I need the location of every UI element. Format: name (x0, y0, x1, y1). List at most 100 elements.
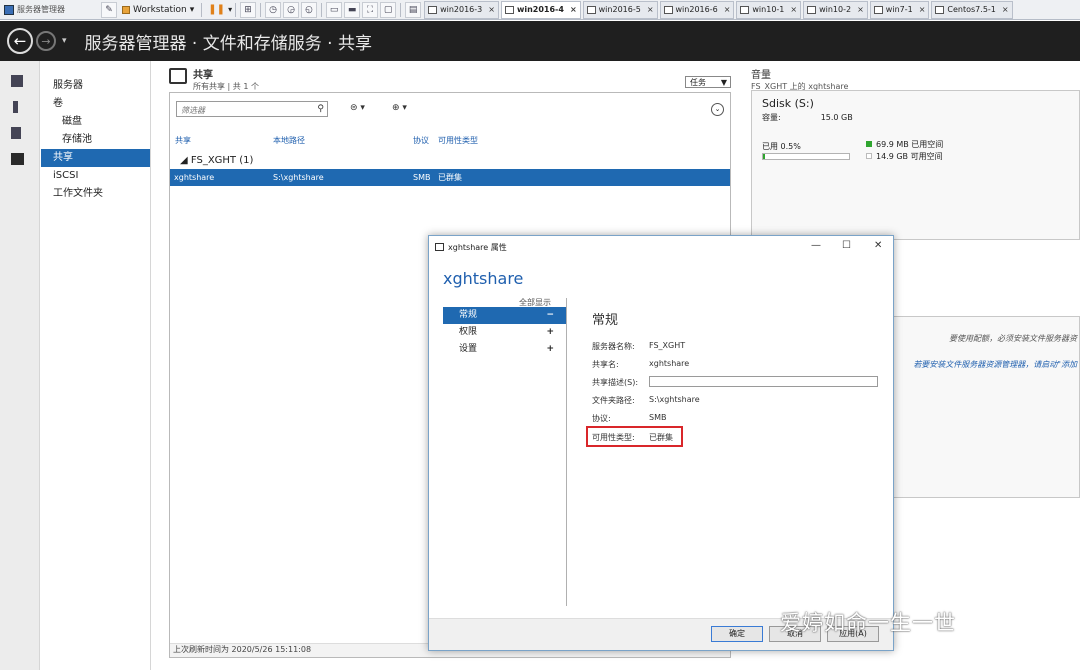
share-folder-icon (169, 68, 187, 84)
dashboard-icon[interactable] (11, 75, 23, 87)
section-title: 常规 (592, 313, 619, 328)
vm-tab-win7-1[interactable]: win7-1 × (869, 0, 930, 19)
file-storage-icon[interactable] (11, 153, 24, 165)
save-query-icon[interactable]: ⊕ ▾ (392, 103, 407, 113)
pause-icon[interactable]: ❚❚ (205, 4, 228, 15)
nav-item-work-folders[interactable]: 工作文件夹 (41, 185, 150, 203)
local-server-icon[interactable] (13, 101, 18, 113)
workstation-menu[interactable]: Workstation ▾ (118, 5, 198, 15)
view-console-button[interactable]: ▭ (326, 1, 343, 18)
share-description-field[interactable] (649, 376, 878, 387)
column-local-path[interactable]: 本地路径 (273, 135, 305, 146)
vmware-toolbar: 服务器管理器 ✎ Workstation ▾ ❚❚ ▾ ⊞ ◷ ◶ ◵ ▭ ▬ ⛶… (0, 0, 1080, 20)
prop-share-name: 共享名: xghtshare (592, 359, 690, 369)
shares-subtitle: 所有共享 | 共 1 个 (193, 82, 259, 91)
vm-tab-win2016-3[interactable]: win2016-3 × (424, 0, 499, 19)
close-icon[interactable]: × (488, 5, 495, 14)
close-icon[interactable]: ✕ (874, 240, 882, 251)
library-button[interactable]: ▤ (405, 1, 422, 18)
all-servers-icon[interactable] (11, 127, 21, 139)
close-icon[interactable]: × (647, 5, 654, 14)
prop-description-label: 共享描述(S): (592, 378, 639, 387)
volume-title: 音量 (751, 70, 771, 81)
shares-header: 共享 所有共享 | 共 1 个 (169, 66, 731, 92)
fsrm-install-link[interactable]: 若要安装文件服务器资源管理器，请启动"添加 (913, 359, 1077, 370)
back-arrow-icon[interactable]: ← (7, 28, 33, 54)
ok-button[interactable]: 确定 (711, 626, 763, 642)
list-view-options-icon[interactable]: ⊜ ▾ (350, 103, 365, 113)
forward-arrow-icon[interactable]: → (36, 31, 56, 51)
used-swatch (866, 141, 872, 147)
vm-icon (504, 5, 514, 14)
network-button[interactable]: ⊞ (240, 1, 257, 18)
dialog-nav-settings[interactable]: 设置 + (443, 341, 566, 358)
cell-share: xghtshare (174, 173, 215, 182)
close-icon[interactable]: × (570, 5, 577, 14)
nav-item-disks[interactable]: 磁盘 (41, 113, 150, 131)
close-icon[interactable]: × (919, 5, 926, 14)
vm-tab-label: win10-1 (752, 5, 785, 14)
close-icon[interactable]: × (1002, 5, 1009, 14)
server-manager-icon (4, 4, 14, 15)
vm-app-title-text: 服务器管理器 (17, 5, 65, 14)
server-manager-header: ← → ▾ 服务器管理器 · 文件和存储服务 · 共享 (0, 21, 1080, 61)
close-icon[interactable]: × (724, 5, 731, 14)
used-percent-label: 已用 0.5% (762, 142, 801, 151)
column-protocol[interactable]: 协议 (413, 135, 429, 146)
vm-tab-win10-1[interactable]: win10-1 × (736, 0, 802, 19)
workstation-icon (122, 5, 130, 14)
snapshot-restore-button[interactable]: ◶ (283, 1, 300, 18)
separator (321, 2, 323, 17)
search-icon[interactable]: ⚲ (317, 104, 324, 114)
column-share[interactable]: 共享 (175, 135, 191, 146)
group-header[interactable]: ◢ FS_XGHT (1) (180, 155, 253, 166)
snapshot-manager-button[interactable]: ◵ (301, 1, 318, 18)
filter-input[interactable]: 筛选器 ⚲ (176, 101, 328, 117)
vm-tab-strip: win2016-3 × win2016-4 × win2016-5 × win2016-6 ×… (422, 0, 1013, 19)
dialog-title: xghtshare 属性 (448, 242, 507, 252)
vm-tab-label: win2016-4 (516, 5, 564, 14)
nav-item-shares[interactable]: 共享 (41, 149, 150, 167)
left-icon-strip (0, 61, 40, 670)
close-icon[interactable]: × (790, 5, 797, 14)
chevron-down-icon: ▼ (720, 78, 727, 87)
vm-tab-centos7-5-1[interactable]: Centos7.5-1 × (931, 0, 1013, 19)
maximize-icon[interactable]: ☐ (842, 240, 851, 251)
vm-tab-win2016-5[interactable]: win2016-5 × (582, 0, 658, 19)
history-dropdown-icon[interactable]: ▾ (62, 36, 67, 46)
dialog-heading: xghtshare (443, 269, 524, 288)
table-row[interactable]: xghtshare S:\xghtshare SMB 已群集 (170, 169, 730, 186)
vm-tab-win10-2[interactable]: win10-2 × (803, 0, 868, 19)
chevron-down-icon: ▾ (189, 4, 195, 15)
nav-item-volumes[interactable]: 卷 (41, 95, 150, 113)
vm-pin-button[interactable]: ✎ (101, 1, 117, 18)
nav-item-servers[interactable]: 服务器 (41, 77, 150, 95)
vm-tab-win2016-6[interactable]: win2016-6 × (659, 0, 735, 19)
vm-icon (428, 5, 438, 14)
minimize-icon[interactable]: — (811, 240, 821, 251)
last-refresh-text: 上次刷新时间为 2020/5/26 15:11:08 (173, 645, 312, 654)
snapshot-button[interactable]: ◷ (265, 1, 282, 18)
shares-title: 共享 (193, 70, 213, 81)
separator (260, 2, 262, 17)
collapse-icon[interactable]: ⌄ (711, 103, 724, 116)
tasks-dropdown[interactable]: 任务 ▼ (685, 76, 731, 88)
dialog-nav-permissions[interactable]: 权限 + (443, 324, 566, 341)
column-availability[interactable]: 可用性类型 (438, 135, 478, 146)
cell-availability: 已群集 (438, 173, 462, 182)
unity-button[interactable]: ▢ (380, 1, 397, 18)
vm-icon (807, 5, 817, 14)
vm-tab-win2016-4[interactable]: win2016-4 × (500, 0, 581, 19)
close-icon[interactable]: × (857, 5, 864, 14)
fullscreen-button[interactable]: ⛶ (362, 1, 379, 18)
vm-tab-label: win7-1 (885, 5, 913, 14)
nav-item-iscsi[interactable]: iSCSI (41, 167, 150, 185)
nav-item-storage-pools[interactable]: 存储池 (41, 131, 150, 149)
chevron-down-icon[interactable]: ▾ (228, 5, 232, 14)
separator (201, 2, 203, 17)
dialog-nav-general[interactable]: 常规 − (443, 307, 566, 324)
vm-icon (740, 5, 750, 14)
quota-hint: 要使用配额，必须安装文件服务器资 (949, 334, 1077, 343)
view-thumbnail-button[interactable]: ▬ (344, 1, 361, 18)
dialog-titlebar: xghtshare 属性 (429, 236, 893, 258)
